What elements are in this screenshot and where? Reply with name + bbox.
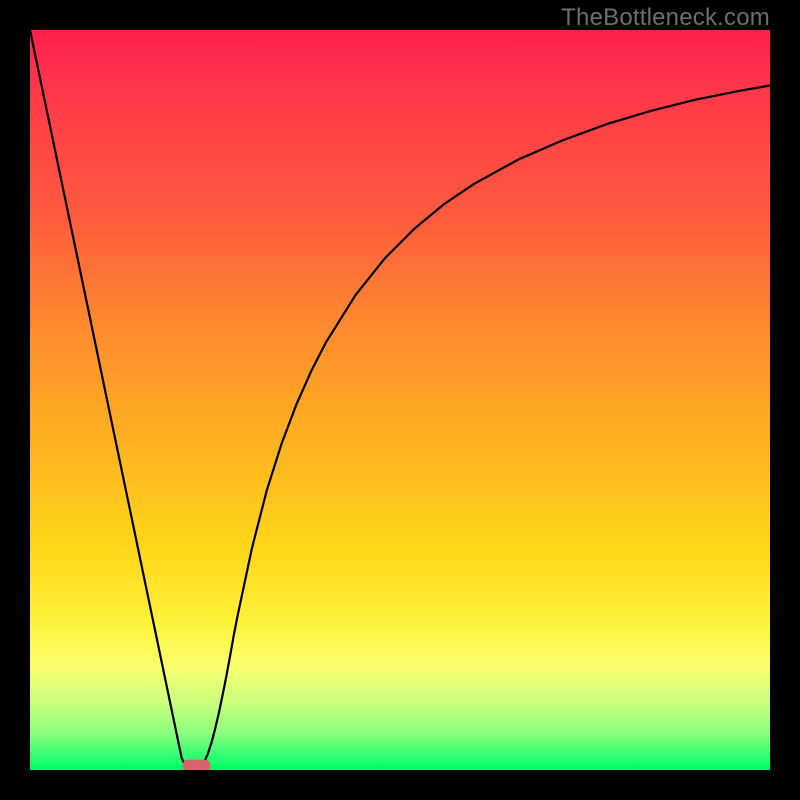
plot-area bbox=[30, 30, 770, 770]
solid-band bbox=[30, 766, 770, 770]
curve-layer bbox=[30, 30, 770, 770]
optimum-marker bbox=[182, 760, 210, 770]
bottleneck-curve-path bbox=[30, 30, 770, 770]
marker-layer bbox=[182, 760, 210, 770]
chart-frame: TheBottleneck.com bbox=[0, 0, 800, 800]
solid-bands bbox=[30, 766, 770, 770]
watermark-text: TheBottleneck.com bbox=[561, 4, 770, 32]
